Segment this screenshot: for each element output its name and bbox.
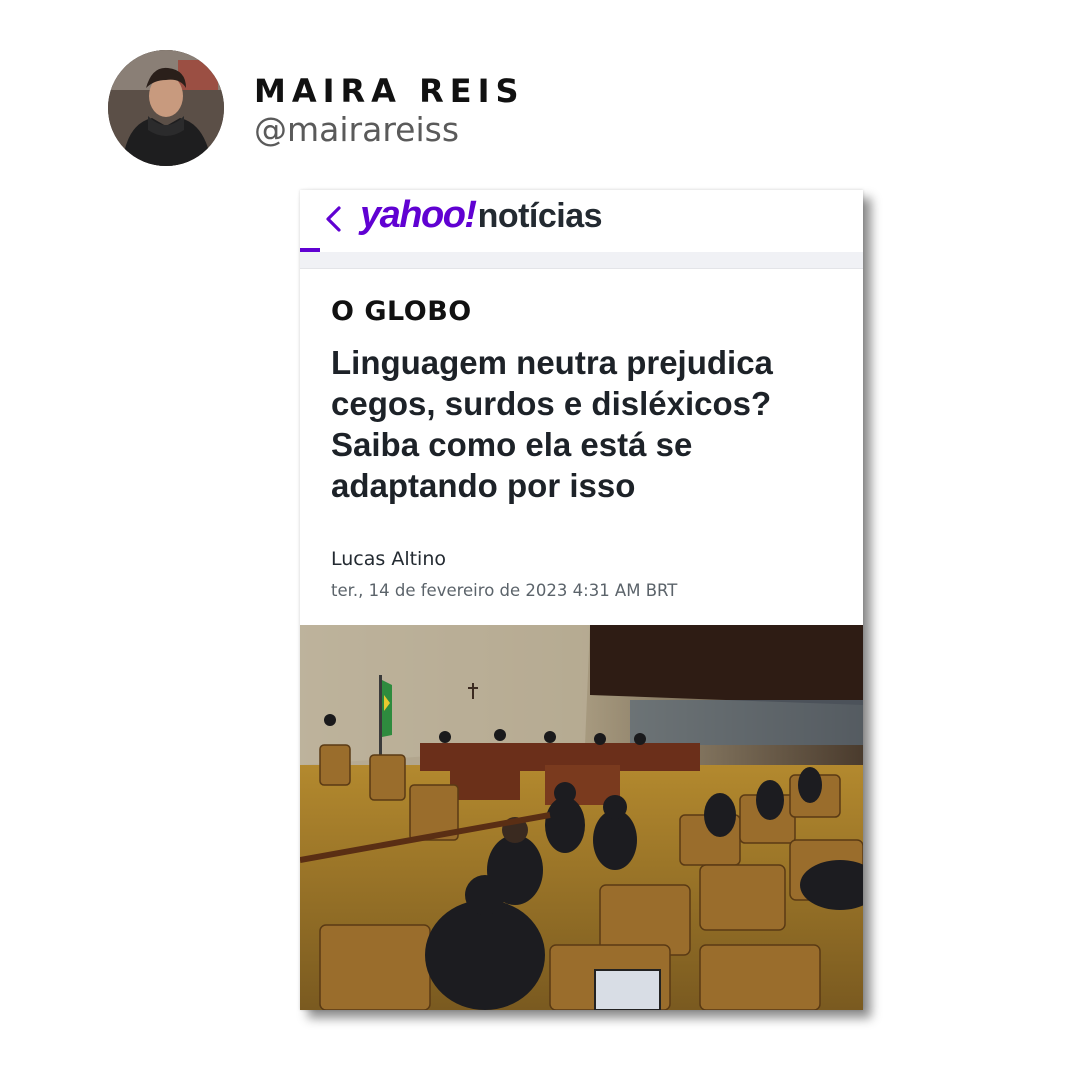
yahoo-noticias-logo[interactable]: yahoo! notícias: [360, 194, 603, 244]
source-label[interactable]: O GLOBO: [331, 296, 472, 327]
article-photo: [300, 625, 863, 1010]
divider-band: [300, 252, 863, 269]
article-screenshot: yahoo! notícias O GLOBO Linguagem neutra…: [300, 190, 863, 1010]
profile-handle: @mairareiss: [254, 110, 460, 149]
courtroom-photo: [300, 625, 863, 1010]
brand-noticias: notícias: [477, 197, 603, 235]
profile-name: MAIRA REIS: [254, 72, 525, 110]
article-headline: Linguagem neutra prejudica cegos, surdos…: [331, 344, 773, 504]
yahoo-nav-bar: yahoo! notícias: [300, 190, 863, 252]
profile-photo: [108, 50, 224, 166]
avatar[interactable]: [108, 50, 224, 166]
article-timestamp: ter., 14 de fevereiro de 2023 4:31 AM BR…: [331, 581, 678, 600]
chevron-left-icon[interactable]: [322, 202, 346, 236]
article-author[interactable]: Lucas Altino: [331, 548, 446, 570]
brand-yahoo: yahoo!: [360, 194, 477, 236]
